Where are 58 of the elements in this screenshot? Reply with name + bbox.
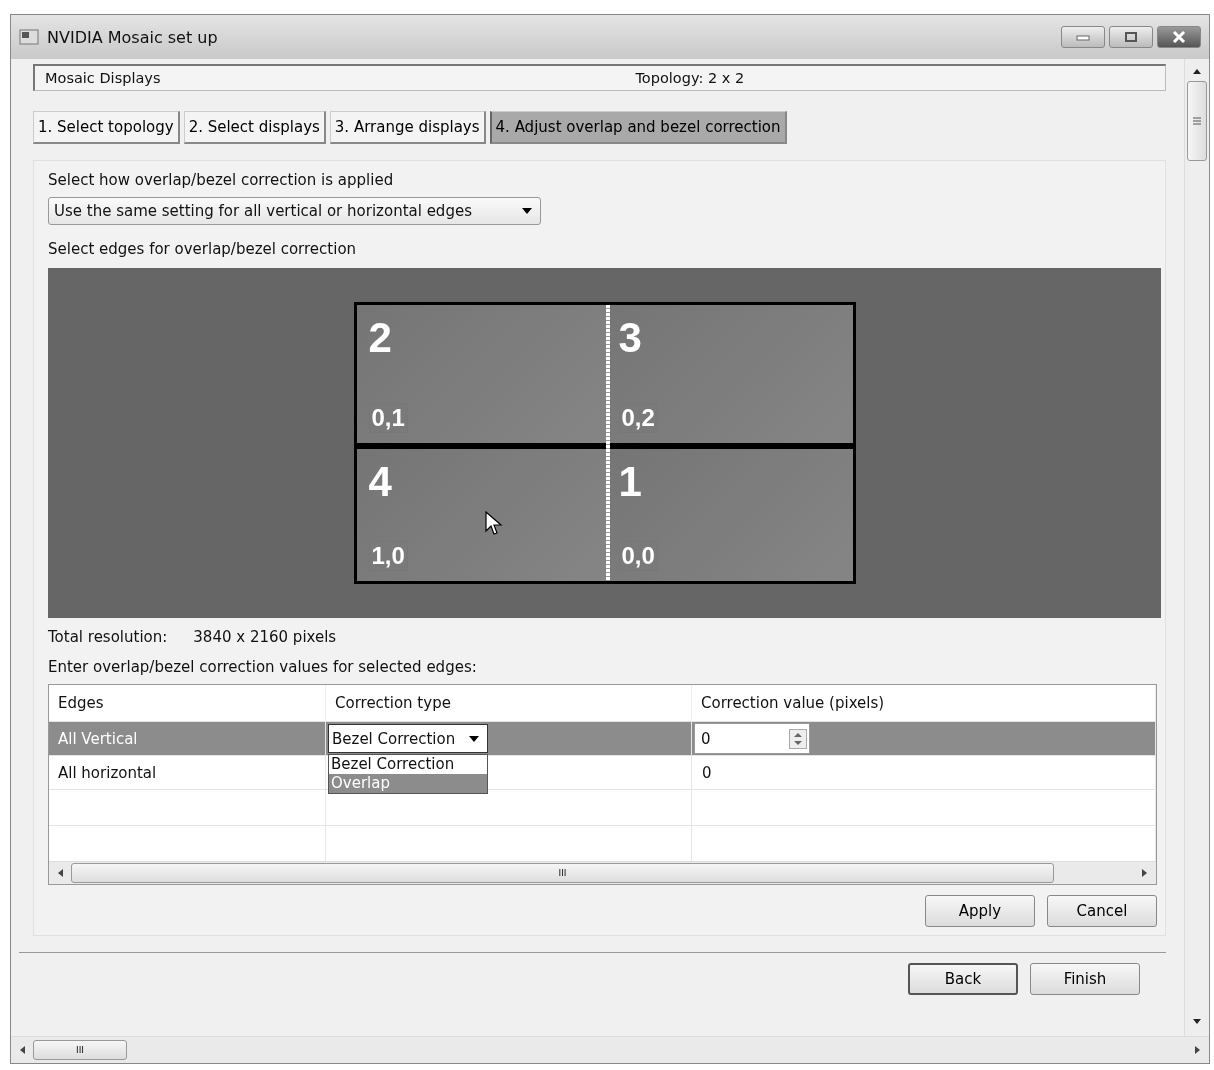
maximize-icon xyxy=(1124,32,1138,42)
maximize-button[interactable] xyxy=(1109,26,1153,48)
scroll-thumb[interactable] xyxy=(1187,81,1207,161)
display-position: 1,0 xyxy=(368,541,408,571)
header-title: Mosaic Displays xyxy=(45,70,161,86)
spin-arrows-icon xyxy=(789,728,807,749)
edges-label: Select edges for overlap/bezel correction xyxy=(48,240,358,258)
step-tab[interactable]: 2. Select displays xyxy=(183,111,326,144)
value-cell-text: 0 xyxy=(701,763,712,782)
values-label: Enter overlap/bezel correction values for selected edges: xyxy=(48,658,478,676)
dropdown-option[interactable]: Bezel Correction xyxy=(329,755,487,774)
display-number: 2 xyxy=(368,317,392,359)
scroll-down-icon xyxy=(1192,1018,1202,1026)
mode-dropdown[interactable]: Use the same setting for all vertical or horizontal edges xyxy=(48,197,541,225)
resolution-label: Total resolution: xyxy=(48,628,168,646)
edge-cell: All Vertical xyxy=(58,729,138,748)
resolution-value: 3840 x 2160 pixels xyxy=(193,628,337,646)
value-spinbox[interactable]: 0 xyxy=(694,723,810,754)
scroll-right-icon xyxy=(1140,868,1148,878)
step-tab[interactable]: 3. Arrange displays xyxy=(329,111,486,144)
edge-cell: All horizontal xyxy=(58,763,157,782)
display-position: 0,2 xyxy=(618,403,658,433)
display-number: 3 xyxy=(618,317,642,359)
display-position: 0,0 xyxy=(618,541,658,571)
scroll-thumb[interactable]: III xyxy=(71,863,1054,883)
vertical-edge[interactable] xyxy=(605,305,610,581)
horizontal-scrollbar[interactable]: III xyxy=(49,861,1156,884)
cursor-icon xyxy=(484,511,503,537)
wizard-button[interactable]: Finish xyxy=(1030,963,1140,995)
display-number: 4 xyxy=(368,461,392,503)
scroll-left-icon xyxy=(57,868,65,878)
step-tab[interactable]: 1. Select topology xyxy=(33,111,180,144)
app-icon xyxy=(19,29,39,45)
display-position: 0,1 xyxy=(368,403,408,433)
scroll-right-icon xyxy=(1193,1045,1201,1055)
close-icon xyxy=(1172,31,1186,43)
caret-icon xyxy=(522,208,532,214)
panel-button[interactable]: Apply xyxy=(925,895,1035,927)
display-number: 1 xyxy=(618,461,642,503)
horizontal-scrollbar[interactable]: III xyxy=(11,1036,1209,1063)
caret-icon xyxy=(469,735,480,742)
vertical-scrollbar[interactable] xyxy=(1184,59,1209,1036)
close-button[interactable] xyxy=(1157,26,1201,48)
correction-type-dropdown[interactable]: Bezel Correction xyxy=(328,724,489,753)
scroll-up-icon xyxy=(1192,67,1202,75)
step-tab[interactable]: 4. Adjust overlap and bezel correction xyxy=(489,111,787,144)
window-title: NVIDIA Mosaic set up xyxy=(47,27,218,47)
panel-button[interactable]: Cancel xyxy=(1047,895,1157,927)
minimize-icon xyxy=(1076,33,1090,41)
topology-label: Topology: 2 x 2 xyxy=(635,70,745,86)
grip-icon xyxy=(1193,117,1201,125)
minimize-button[interactable] xyxy=(1061,26,1105,48)
scroll-thumb[interactable]: III xyxy=(33,1040,127,1060)
wizard-button[interactable]: Back xyxy=(908,963,1018,995)
display-tile[interactable]: 4 1,0 xyxy=(356,449,607,581)
display-tile[interactable]: 2 0,1 xyxy=(356,305,607,443)
scroll-left-icon xyxy=(19,1045,27,1055)
mode-label: Select how overlap/bezel correction is applied xyxy=(48,171,395,189)
